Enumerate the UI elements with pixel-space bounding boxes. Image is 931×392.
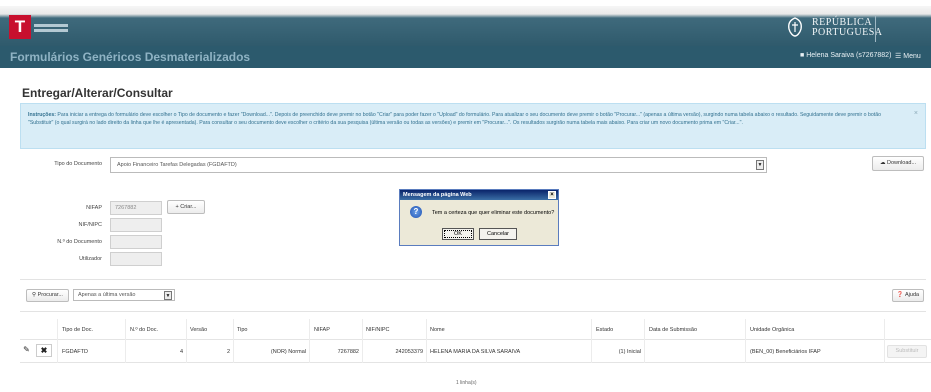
col-header: Data de Submissão [649, 327, 697, 333]
col-divider [644, 319, 645, 363]
republic-emblem-icon [788, 17, 802, 37]
col-header: Unidade Orgânica [750, 327, 795, 333]
num-documento-field[interactable] [110, 235, 162, 249]
col-divider [362, 319, 363, 363]
chevron-down-icon: ▼ [756, 160, 764, 170]
utilizador-label: Utilizador [79, 256, 102, 262]
criar-button[interactable]: + Criar... [167, 200, 205, 214]
edit-pencil-icon[interactable]: ✎ [20, 344, 33, 357]
confirm-dialog: Mensagem da página Web × ? Tem a certeza… [399, 189, 559, 246]
nifnipc-field[interactable] [110, 218, 162, 232]
question-icon: ? [410, 206, 422, 218]
cell-estado: (1) Inicial [618, 349, 641, 355]
col-header: Nome [430, 327, 445, 333]
col-header: NIF/NIPC [366, 327, 390, 333]
nav-bar: Formulários Genéricos Desmaterializados … [0, 46, 931, 68]
col-divider [426, 319, 427, 363]
cloud-download-icon: ☁ [879, 160, 886, 166]
menu-button[interactable]: ☰ Menu [895, 52, 921, 60]
header-separator [875, 16, 876, 42]
col-header: N.º do Doc. [130, 327, 158, 333]
cell-nifap: 7267882 [337, 349, 359, 355]
col-divider [745, 319, 746, 363]
utilizador-field[interactable] [110, 252, 162, 266]
ifap-logo-mark [34, 22, 68, 32]
ok-button[interactable]: OK [442, 228, 474, 240]
close-icon[interactable]: × [914, 110, 918, 118]
tipo-documento-select[interactable]: Apoio Financeiro Tarefas Delegadas (FGDA… [110, 157, 767, 173]
divider [20, 311, 926, 312]
ajuda-button[interactable]: ❓ Ajuda [892, 289, 924, 302]
ifap-logo: T [9, 15, 31, 39]
col-divider [884, 319, 885, 363]
nifap-field[interactable]: 7267882 [110, 201, 162, 215]
cell-nif-nipc: 242053379 [395, 349, 423, 355]
instructions-alert: Instruções: Para iniciar a entrega do fo… [20, 103, 926, 149]
row-count: 1 linha(s) [456, 380, 477, 386]
dialog-message: Tem a certeza que quer eliminar este doc… [432, 210, 555, 216]
dialog-title-bar[interactable]: Mensagem da página Web × [400, 190, 558, 200]
cell-tipo: (NOR) Normal [270, 349, 306, 355]
col-divider [57, 319, 58, 363]
close-icon[interactable]: × [548, 191, 556, 199]
delete-x-button[interactable]: ✖ [36, 344, 52, 357]
republic-name: REPÚBLICA PORTUGUESA [812, 17, 883, 38]
col-divider [125, 319, 126, 363]
col-header: Tipo [237, 327, 248, 333]
window: T REPÚBLICA PORTUGUESA Formulários Genér… [0, 0, 931, 392]
num-documento-label: N.º do Documento [57, 239, 102, 245]
user-icon: ■ [800, 52, 805, 59]
nifnipc-label: NIF/NIPC [78, 222, 102, 228]
download-button[interactable]: ☁ Download... [872, 156, 924, 171]
nifap-label: NIFAP [86, 205, 102, 211]
versao-select[interactable]: Apenas a última versão ▼ [73, 289, 175, 301]
help-icon: ❓ [896, 292, 904, 298]
cell-n-doc: 4 [179, 349, 183, 355]
col-divider [233, 319, 234, 363]
plus-icon: + [175, 204, 179, 210]
cancel-button[interactable]: Cancelar [479, 228, 517, 240]
col-divider [591, 319, 592, 363]
col-header: Tipo de Doc. [62, 327, 93, 333]
col-header: NIFAP [314, 327, 330, 333]
user-menu[interactable]: ■ Helena Saraiva (s7267882) [800, 52, 891, 59]
app-title[interactable]: Formulários Genéricos Desmaterializados [10, 50, 250, 64]
col-divider [309, 319, 310, 363]
divider [20, 279, 926, 280]
row-divider [20, 362, 931, 363]
hamburger-icon: ☰ [895, 53, 902, 60]
cell-nome: HELENA MARIA DA SILVA SARAIVA [430, 349, 521, 355]
chevron-down-icon: ▼ [164, 291, 172, 300]
cell-unidade: (BEN_00) Beneficiários IFAP [750, 349, 821, 355]
procurar-button[interactable]: ⚲ Procurar... [26, 289, 69, 302]
tipo-documento-label: Tipo do Documento [54, 161, 102, 167]
top-header: T REPÚBLICA PORTUGUESA [0, 0, 931, 46]
search-icon: ⚲ [32, 292, 37, 298]
cell-versao: 2 [226, 349, 230, 355]
col-divider [186, 319, 187, 363]
row-divider [20, 339, 931, 340]
col-header: Estado [596, 327, 614, 333]
substituir-button[interactable]: Substituir [887, 345, 927, 358]
col-header: Versão [190, 327, 208, 333]
cell-tipo-doc: FGDAFTD [62, 349, 88, 355]
page-title: Entregar/Alterar/Consultar [22, 86, 173, 100]
